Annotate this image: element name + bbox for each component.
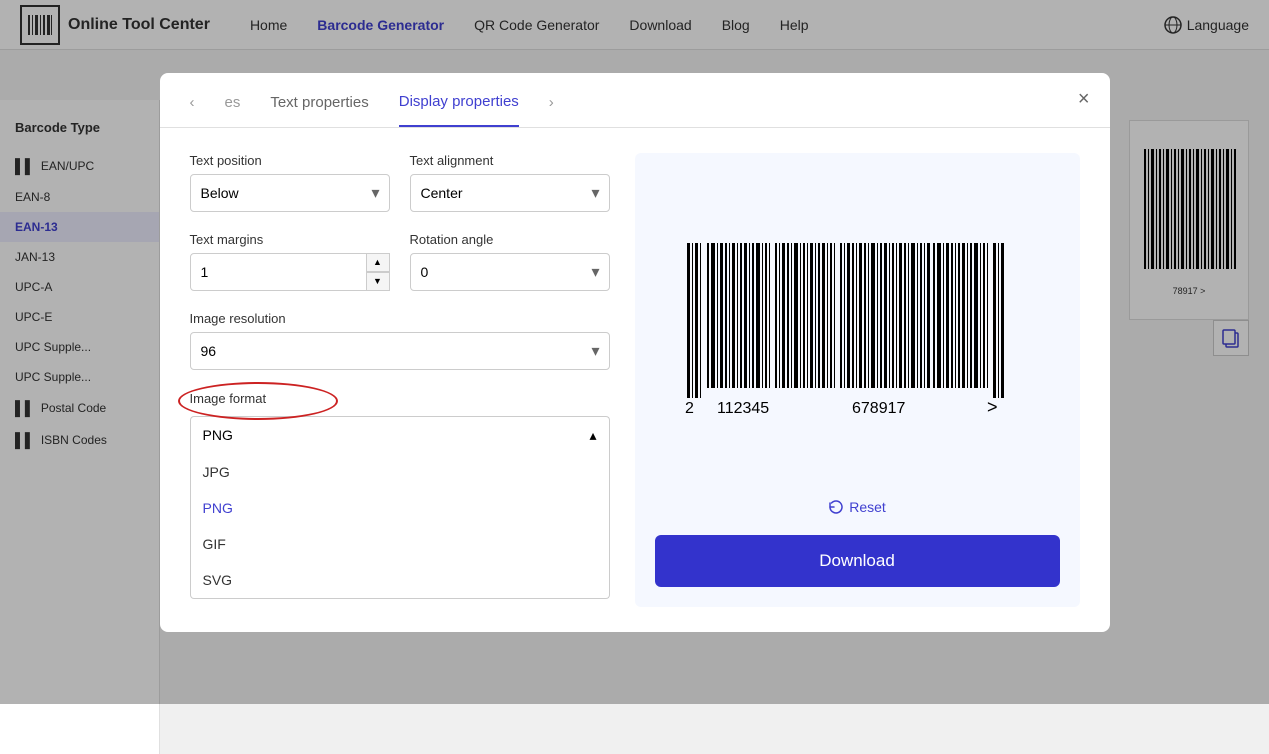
text-margins-input-wrapper: ▲ ▼ bbox=[190, 253, 390, 291]
image-format-select[interactable]: PNG ▴ bbox=[190, 416, 610, 454]
barcode-preview-area: 2 112345 678917 > bbox=[655, 173, 1060, 494]
text-position-select[interactable]: Below bbox=[190, 174, 390, 212]
form-row-2: Text margins ▲ ▼ Rotation angle bbox=[190, 232, 610, 291]
barcode-image: 2 112345 678917 > bbox=[667, 233, 1047, 433]
svg-text:>: > bbox=[987, 397, 998, 417]
modal-body: Text position Below Text alignment Cente… bbox=[160, 128, 1110, 632]
text-position-label: Text position bbox=[190, 153, 390, 168]
tab-nav-forward[interactable]: › bbox=[549, 94, 554, 126]
reset-icon bbox=[828, 499, 844, 515]
image-format-label-wrapper: Image format bbox=[190, 390, 267, 408]
barcode-svg: 2 112345 678917 > bbox=[667, 233, 1047, 433]
modal-overlay: ‹ es Text properties Display properties … bbox=[0, 0, 1269, 704]
format-option-png[interactable]: PNG bbox=[191, 490, 609, 526]
form-row-1: Text position Below Text alignment Cente… bbox=[190, 153, 610, 212]
image-resolution-select-wrapper: 96 bbox=[190, 332, 610, 370]
text-alignment-group: Text alignment Center bbox=[410, 153, 610, 212]
format-option-svg[interactable]: SVG bbox=[191, 562, 609, 598]
text-margins-label: Text margins bbox=[190, 232, 390, 247]
reset-button[interactable]: Reset bbox=[818, 494, 896, 520]
stepper-up-button[interactable]: ▲ bbox=[366, 253, 390, 272]
download-button[interactable]: Download bbox=[655, 535, 1060, 587]
svg-text:678917: 678917 bbox=[852, 400, 905, 417]
tab-display-properties[interactable]: Display properties bbox=[399, 93, 519, 127]
text-alignment-label: Text alignment bbox=[410, 153, 610, 168]
tab-nav-back[interactable]: ‹ bbox=[190, 94, 195, 126]
image-resolution-label: Image resolution bbox=[190, 311, 610, 326]
image-format-dropdown: JPG PNG GIF SVG bbox=[190, 454, 610, 599]
stepper-buttons: ▲ ▼ bbox=[366, 253, 390, 291]
modal-close-button[interactable]: × bbox=[1078, 88, 1090, 111]
chevron-up-icon: ▴ bbox=[589, 427, 596, 444]
tab-text-properties[interactable]: Text properties bbox=[270, 94, 368, 126]
rotation-angle-select[interactable]: 0 bbox=[410, 253, 610, 291]
rotation-angle-group: Rotation angle 0 bbox=[410, 232, 610, 291]
modal-dialog: ‹ es Text properties Display properties … bbox=[160, 73, 1110, 632]
modal-tabs: ‹ es Text properties Display properties … bbox=[160, 73, 1110, 128]
svg-text:2: 2 bbox=[685, 400, 694, 417]
modal-preview: 2 112345 678917 > Reset bbox=[635, 153, 1080, 607]
text-margins-input[interactable] bbox=[190, 253, 390, 291]
image-format-label: Image format bbox=[190, 391, 267, 406]
svg-text:112345: 112345 bbox=[717, 400, 769, 417]
text-alignment-select[interactable]: Center bbox=[410, 174, 610, 212]
text-position-group: Text position Below bbox=[190, 153, 390, 212]
format-option-gif[interactable]: GIF bbox=[191, 526, 609, 562]
text-margins-group: Text margins ▲ ▼ bbox=[190, 232, 390, 291]
rotation-angle-label: Rotation angle bbox=[410, 232, 610, 247]
stepper-down-button[interactable]: ▼ bbox=[366, 272, 390, 291]
rotation-angle-select-wrapper: 0 bbox=[410, 253, 610, 291]
format-option-jpg[interactable]: JPG bbox=[191, 454, 609, 490]
text-position-select-wrapper: Below bbox=[190, 174, 390, 212]
text-alignment-select-wrapper: Center bbox=[410, 174, 610, 212]
tab-label-es[interactable]: es bbox=[225, 94, 241, 126]
modal-form: Text position Below Text alignment Cente… bbox=[190, 153, 610, 607]
image-format-group: Image format PNG ▴ JPG PNG bbox=[190, 390, 610, 599]
image-resolution-group: Image resolution 96 bbox=[190, 311, 610, 370]
image-resolution-select[interactable]: 96 bbox=[190, 332, 610, 370]
